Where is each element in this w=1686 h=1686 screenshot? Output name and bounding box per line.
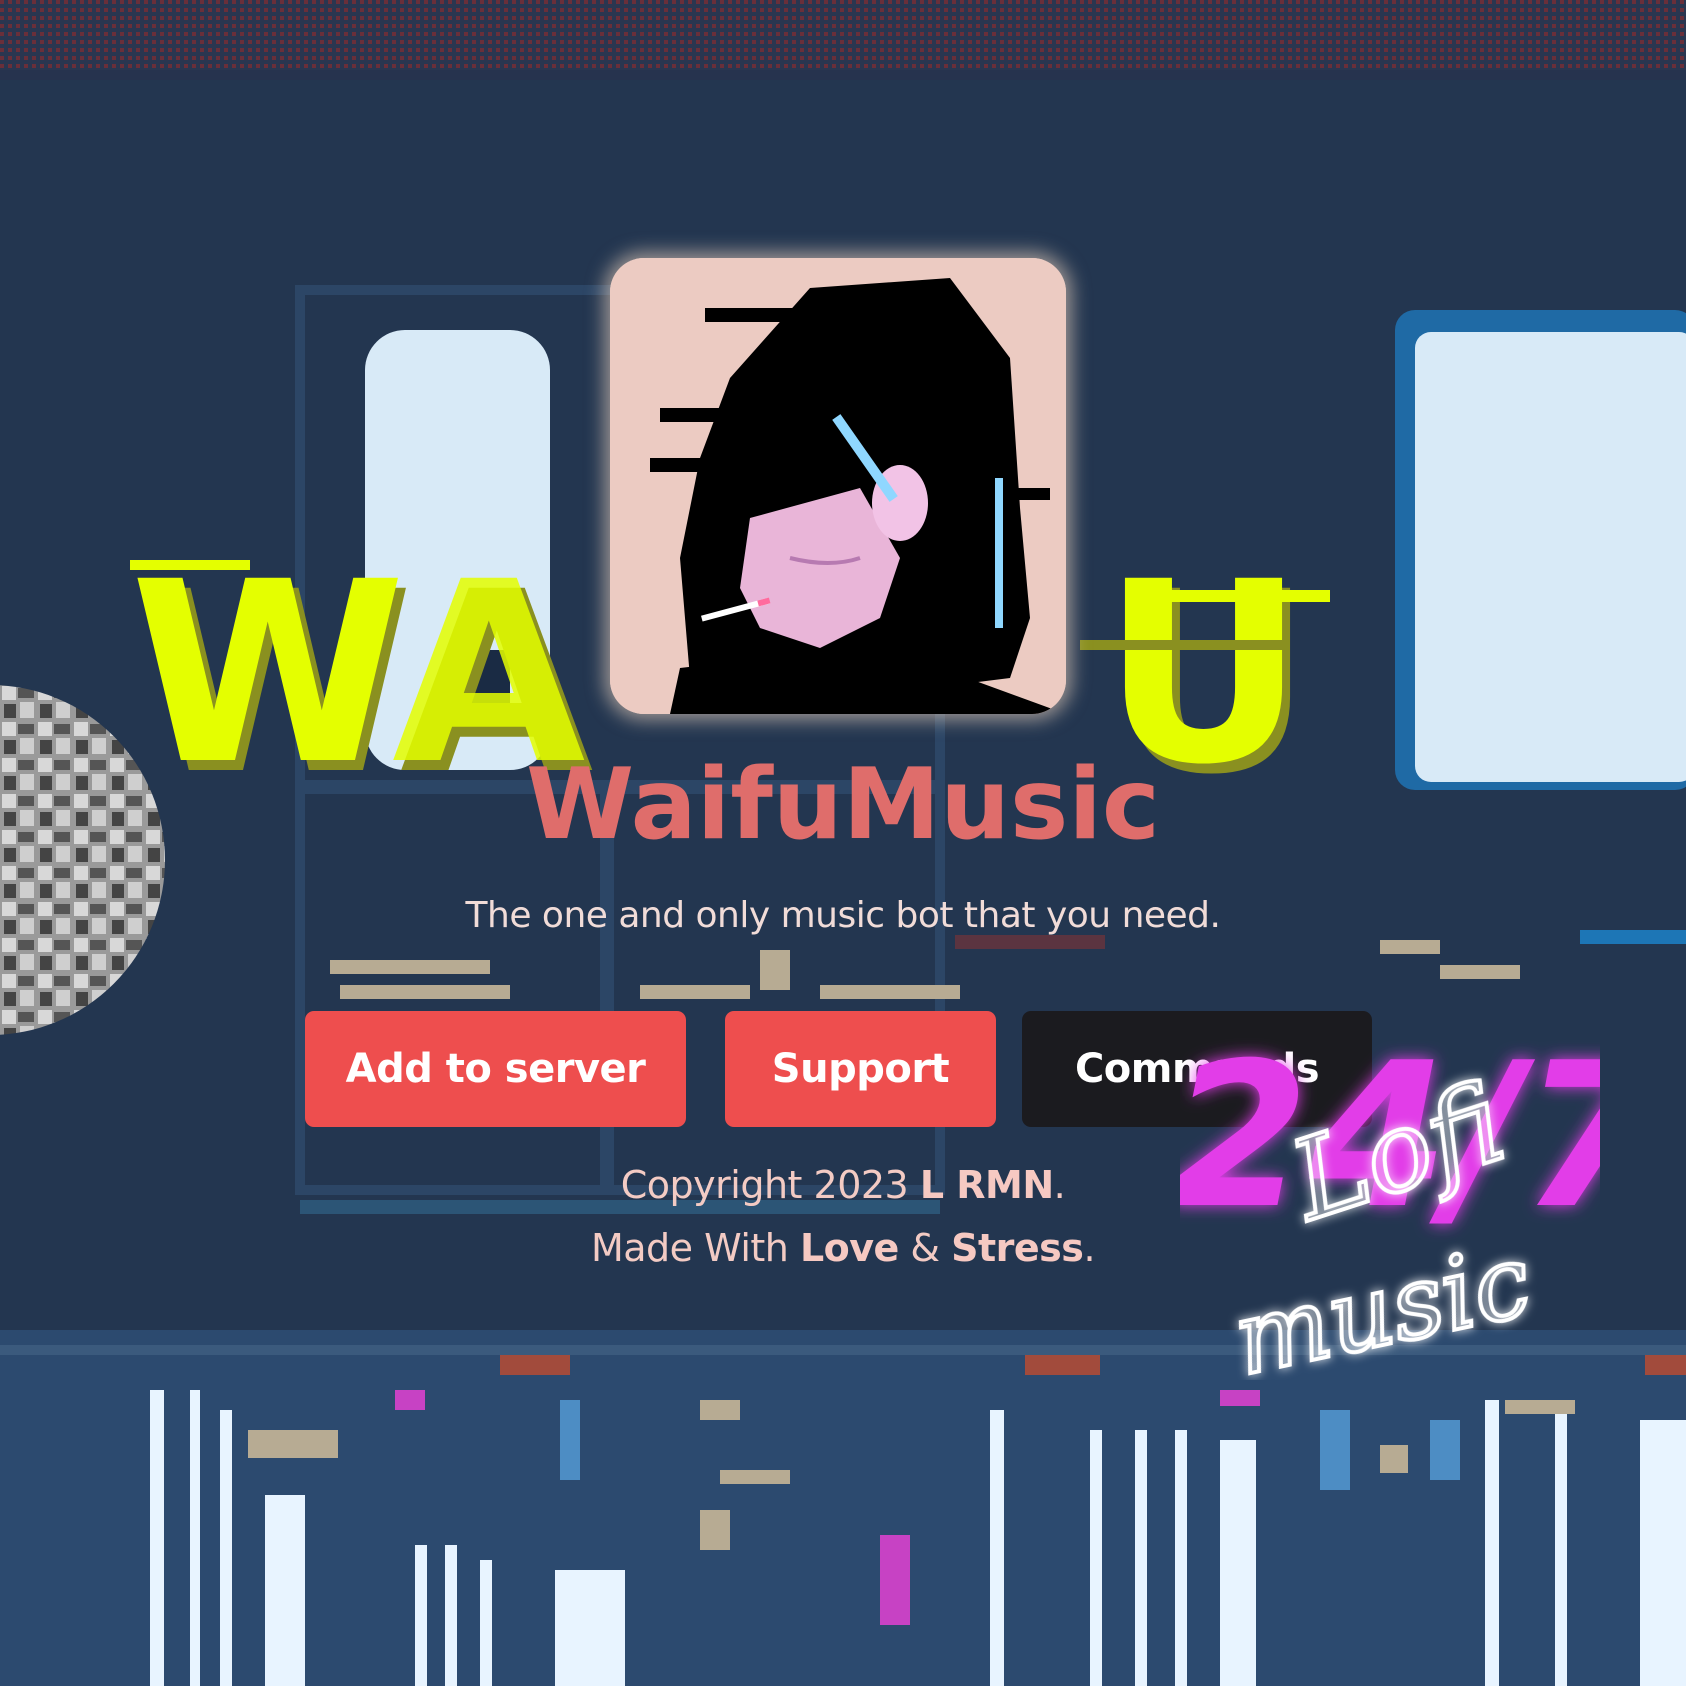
made-suffix: . [1083,1226,1096,1270]
hero-section: WaifuMusic The one and only music bot th… [0,0,1686,1686]
app-tagline: The one and only music bot that you need… [465,895,1221,936]
add-to-server-button[interactable]: Add to server [305,1011,686,1127]
copyright-prefix: Copyright 2023 [620,1163,920,1207]
copyright-owner: L RMN [919,1163,1054,1207]
made-love: Love [799,1226,899,1270]
neon-247-lofi-sign: 24/7 Lofi music [1180,1020,1600,1380]
bot-avatar-icon [610,258,1066,714]
made-prefix: Made With [590,1226,800,1270]
support-button[interactable]: Support [725,1011,996,1127]
made-amp: & [898,1226,952,1270]
app-title: WaifuMusic [525,748,1161,862]
copyright-suffix: . [1053,1163,1066,1207]
made-stress: Stress [951,1226,1084,1270]
